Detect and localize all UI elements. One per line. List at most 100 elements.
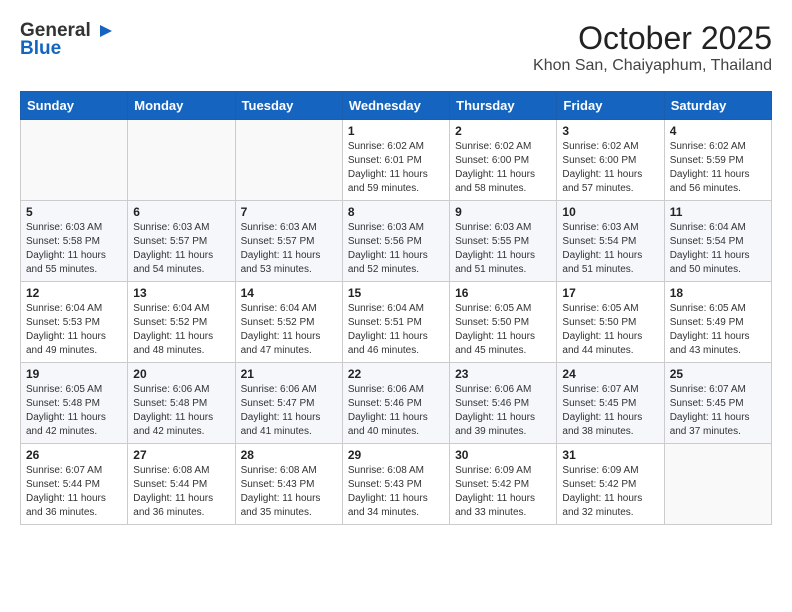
calendar-cell: 22 Sunrise: 6:06 AM Sunset: 5:46 PM Dayli…: [342, 363, 449, 444]
day-number: 1: [348, 124, 444, 138]
calendar-cell: 21 Sunrise: 6:06 AM Sunset: 5:47 PM Dayli…: [235, 363, 342, 444]
calendar-cell: 24 Sunrise: 6:07 AM Sunset: 5:45 PM Dayli…: [557, 363, 664, 444]
calendar-cell: 29 Sunrise: 6:08 AM Sunset: 5:43 PM Dayli…: [342, 444, 449, 525]
day-number: 20: [133, 367, 229, 381]
day-number: 12: [26, 286, 122, 300]
day-number: 29: [348, 448, 444, 462]
day-number: 9: [455, 205, 551, 219]
day-detail: Sunrise: 6:09 AM Sunset: 5:42 PM Dayligh…: [455, 464, 551, 520]
day-number: 30: [455, 448, 551, 462]
day-detail: Sunrise: 6:05 AM Sunset: 5:50 PM Dayligh…: [562, 302, 658, 358]
day-detail: Sunrise: 6:02 AM Sunset: 6:00 PM Dayligh…: [562, 140, 658, 196]
day-detail: Sunrise: 6:04 AM Sunset: 5:52 PM Dayligh…: [133, 302, 229, 358]
calendar-cell: 31 Sunrise: 6:09 AM Sunset: 5:42 PM Dayli…: [557, 444, 664, 525]
calendar-cell: 3 Sunrise: 6:02 AM Sunset: 6:00 PM Daylig…: [557, 120, 664, 201]
day-number: 2: [455, 124, 551, 138]
day-detail: Sunrise: 6:05 AM Sunset: 5:49 PM Dayligh…: [670, 302, 766, 358]
day-number: 13: [133, 286, 229, 300]
day-detail: Sunrise: 6:08 AM Sunset: 5:44 PM Dayligh…: [133, 464, 229, 520]
day-number: 17: [562, 286, 658, 300]
calendar-cell: 19Sunrise: 6:05 AM Sunset: 5:48 PM Dayli…: [21, 363, 128, 444]
logo: General Blue: [20, 20, 115, 60]
day-header-tuesday: Tuesday: [235, 92, 342, 120]
calendar-title: October 2025: [533, 20, 772, 57]
day-header-wednesday: Wednesday: [342, 92, 449, 120]
day-number: 16: [455, 286, 551, 300]
day-detail: Sunrise: 6:07 AM Sunset: 5:44 PM Dayligh…: [26, 464, 122, 520]
logo-icon: [92, 23, 114, 39]
day-detail: Sunrise: 6:07 AM Sunset: 5:45 PM Dayligh…: [670, 383, 766, 439]
day-number: 15: [348, 286, 444, 300]
day-detail: Sunrise: 6:04 AM Sunset: 5:53 PM Dayligh…: [26, 302, 122, 358]
day-header-sunday: Sunday: [21, 92, 128, 120]
day-number: 6: [133, 205, 229, 219]
day-number: 18: [670, 286, 766, 300]
day-detail: Sunrise: 6:03 AM Sunset: 5:58 PM Dayligh…: [26, 221, 122, 277]
calendar-cell: 8Sunrise: 6:03 AM Sunset: 5:56 PM Daylig…: [342, 201, 449, 282]
day-detail: Sunrise: 6:03 AM Sunset: 5:57 PM Dayligh…: [133, 221, 229, 277]
calendar-week-row: 5 Sunrise: 6:03 AM Sunset: 5:58 PM Daylig…: [21, 201, 772, 282]
day-detail: Sunrise: 6:06 AM Sunset: 5:46 PM Dayligh…: [455, 383, 551, 439]
day-detail: Sunrise: 6:05 AM Sunset: 5:50 PM Dayligh…: [455, 302, 551, 358]
calendar-header-row: SundayMondayTuesdayWednesdayThursdayFrid…: [21, 92, 772, 120]
calendar-cell: 26 Sunrise: 6:07 AM Sunset: 5:44 PM Dayli…: [21, 444, 128, 525]
day-number: 31: [562, 448, 658, 462]
calendar-cell: 13 Sunrise: 6:04 AM Sunset: 5:52 PM Dayli…: [128, 282, 235, 363]
calendar-cell: 10Sunrise: 6:03 AM Sunset: 5:54 PM Dayli…: [557, 201, 664, 282]
calendar-cell: 9 Sunrise: 6:03 AM Sunset: 5:55 PM Daylig…: [450, 201, 557, 282]
day-detail: Sunrise: 6:08 AM Sunset: 5:43 PM Dayligh…: [241, 464, 337, 520]
day-detail: Sunrise: 6:03 AM Sunset: 5:56 PM Dayligh…: [348, 221, 444, 277]
calendar-cell: [664, 444, 771, 525]
day-detail: Sunrise: 6:02 AM Sunset: 6:00 PM Dayligh…: [455, 140, 551, 196]
calendar-cell: [21, 120, 128, 201]
calendar-cell: 4 Sunrise: 6:02 AM Sunset: 5:59 PM Daylig…: [664, 120, 771, 201]
calendar-cell: 17 Sunrise: 6:05 AM Sunset: 5:50 PM Dayli…: [557, 282, 664, 363]
calendar-cell: 20 Sunrise: 6:06 AM Sunset: 5:48 PM Dayli…: [128, 363, 235, 444]
day-number: 28: [241, 448, 337, 462]
day-number: 4: [670, 124, 766, 138]
calendar-cell: [128, 120, 235, 201]
calendar-week-row: 12 Sunrise: 6:04 AM Sunset: 5:53 PM Dayli…: [21, 282, 772, 363]
day-number: 14: [241, 286, 337, 300]
day-number: 21: [241, 367, 337, 381]
day-detail: Sunrise: 6:09 AM Sunset: 5:42 PM Dayligh…: [562, 464, 658, 520]
day-header-thursday: Thursday: [450, 92, 557, 120]
calendar-cell: 11 Sunrise: 6:04 AM Sunset: 5:54 PM Dayli…: [664, 201, 771, 282]
day-detail: Sunrise: 6:02 AM Sunset: 5:59 PM Dayligh…: [670, 140, 766, 196]
calendar-cell: 16 Sunrise: 6:05 AM Sunset: 5:50 PM Dayli…: [450, 282, 557, 363]
calendar-cell: 5 Sunrise: 6:03 AM Sunset: 5:58 PM Daylig…: [21, 201, 128, 282]
day-detail: Sunrise: 6:08 AM Sunset: 5:43 PM Dayligh…: [348, 464, 444, 520]
calendar-week-row: 26 Sunrise: 6:07 AM Sunset: 5:44 PM Dayli…: [21, 444, 772, 525]
day-detail: Sunrise: 6:04 AM Sunset: 5:54 PM Dayligh…: [670, 221, 766, 277]
day-header-saturday: Saturday: [664, 92, 771, 120]
calendar-cell: 12 Sunrise: 6:04 AM Sunset: 5:53 PM Dayli…: [21, 282, 128, 363]
day-number: 5: [26, 205, 122, 219]
day-detail: Sunrise: 6:06 AM Sunset: 5:48 PM Dayligh…: [133, 383, 229, 439]
day-number: 22: [348, 367, 444, 381]
calendar-week-row: 19Sunrise: 6:05 AM Sunset: 5:48 PM Dayli…: [21, 363, 772, 444]
day-number: 25: [670, 367, 766, 381]
calendar-cell: 2 Sunrise: 6:02 AM Sunset: 6:00 PM Daylig…: [450, 120, 557, 201]
calendar-cell: [235, 120, 342, 201]
day-number: 11: [670, 205, 766, 219]
day-header-monday: Monday: [128, 92, 235, 120]
calendar-cell: 25 Sunrise: 6:07 AM Sunset: 5:45 PM Dayli…: [664, 363, 771, 444]
day-number: 24: [562, 367, 658, 381]
calendar-cell: 23 Sunrise: 6:06 AM Sunset: 5:46 PM Dayli…: [450, 363, 557, 444]
header: General Blue October 2025 Khon San, Chai…: [20, 20, 772, 75]
calendar-cell: 7Sunrise: 6:03 AM Sunset: 5:57 PM Daylig…: [235, 201, 342, 282]
day-number: 26: [26, 448, 122, 462]
calendar-subtitle: Khon San, Chaiyaphum, Thailand: [533, 57, 772, 75]
calendar-cell: 6 Sunrise: 6:03 AM Sunset: 5:57 PM Daylig…: [128, 201, 235, 282]
day-number: 27: [133, 448, 229, 462]
day-detail: Sunrise: 6:06 AM Sunset: 5:46 PM Dayligh…: [348, 383, 444, 439]
day-number: 3: [562, 124, 658, 138]
day-detail: Sunrise: 6:05 AM Sunset: 5:48 PM Dayligh…: [26, 383, 122, 439]
day-number: 23: [455, 367, 551, 381]
day-detail: Sunrise: 6:04 AM Sunset: 5:51 PM Dayligh…: [348, 302, 444, 358]
day-detail: Sunrise: 6:03 AM Sunset: 5:57 PM Dayligh…: [241, 221, 337, 277]
day-detail: Sunrise: 6:03 AM Sunset: 5:55 PM Dayligh…: [455, 221, 551, 277]
day-detail: Sunrise: 6:07 AM Sunset: 5:45 PM Dayligh…: [562, 383, 658, 439]
logo-blue: Blue: [20, 38, 61, 60]
day-detail: Sunrise: 6:06 AM Sunset: 5:47 PM Dayligh…: [241, 383, 337, 439]
